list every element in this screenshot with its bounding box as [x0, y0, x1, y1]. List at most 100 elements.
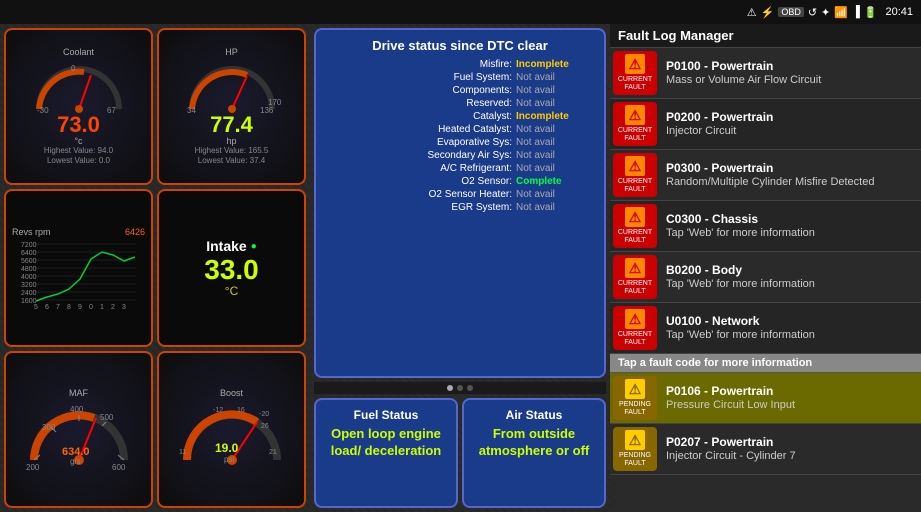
coolant-min-label: -30 — [37, 106, 49, 114]
coolant-value: 73.0 — [57, 114, 100, 136]
usb-icon: ⚡ — [761, 6, 775, 19]
fault-item-b0200[interactable]: ⚠ CURRENTFAULT B0200 - Body Tap 'Web' fo… — [610, 252, 921, 303]
svg-text:6400: 6400 — [21, 250, 37, 257]
fault-badge-p0207: ⚠ PENDINGFAULT — [613, 427, 657, 471]
fault-info-u0100: U0100 - Network Tap 'Web' for more infor… — [660, 310, 921, 346]
fault-item-u0100[interactable]: ⚠ CURRENTFAULT U0100 - Network Tap 'Web'… — [610, 303, 921, 354]
status-bar: ⚠ ⚡ OBD ↺ ✦ 📶 ▐ 🔋 20:41 — [0, 0, 921, 24]
hp-label: HP — [225, 47, 238, 57]
svg-text:-12: -12 — [213, 407, 223, 414]
hp-lowest: Lowest Value: 37.4 — [198, 156, 265, 166]
svg-text:psi: psi — [224, 455, 234, 464]
svg-text:26: 26 — [261, 423, 269, 430]
dot-2 — [457, 385, 463, 391]
fault-badge-u0100: ⚠ CURRENTFAULT — [613, 306, 657, 350]
main-content: Coolant -30 0 67 73.0 °c Highest Value: … — [0, 24, 921, 512]
fault-badge-p0200: ⚠ CURRENTFAULT — [613, 102, 657, 146]
air-status-value: From outside atmosphere or off — [472, 426, 596, 460]
fault-warning-icon: ⚠ — [625, 54, 645, 74]
fault-warning-icon-3: ⚠ — [625, 156, 645, 176]
svg-text:11: 11 — [179, 449, 186, 456]
svg-text:-20: -20 — [259, 411, 269, 418]
fault-list: ⚠ CURRENTFAULT P0100 - Powertrain Mass o… — [610, 48, 921, 512]
time-display: 20:41 — [885, 6, 913, 18]
signal-icon: ▐ — [852, 6, 860, 18]
svg-text:9: 9 — [78, 304, 82, 309]
dot-1 — [447, 385, 453, 391]
svg-text:3200: 3200 — [21, 282, 37, 289]
bluetooth-icon: ✦ — [821, 6, 830, 19]
svg-text:170: 170 — [268, 98, 282, 107]
refresh-icon: ↺ — [808, 6, 817, 19]
dtc-row-fuel: Fuel System: Not avail — [324, 72, 596, 83]
fault-pending-icon-2: ⚠ — [625, 430, 645, 450]
dtc-row-o2: O2 Sensor: Complete — [324, 176, 596, 187]
svg-text:2400: 2400 — [21, 290, 37, 297]
fault-badge-p0106: ⚠ PENDINGFAULT — [613, 376, 657, 420]
fault-badge-c0300: ⚠ CURRENTFAULT — [613, 204, 657, 248]
fault-info-p0200: P0200 - Powertrain Injector Circuit — [660, 106, 921, 142]
hp-gauge[interactable]: HP 34 136 170 77.4 hp Highest Value: 165… — [157, 28, 306, 185]
rpm-value: 6426 — [125, 227, 145, 237]
fault-item-p0200[interactable]: ⚠ CURRENTFAULT P0200 - Powertrain Inject… — [610, 99, 921, 150]
rpm-gauge[interactable]: Revs rpm 6426 7200 6400 5600 4800 4000 3 — [4, 189, 153, 346]
maf-gauge[interactable]: MAF 200 300 400 500 600 — [4, 351, 153, 508]
fault-item-p0300[interactable]: ⚠ CURRENTFAULT P0300 - Powertrain Random… — [610, 150, 921, 201]
coolant-label: Coolant — [63, 47, 94, 57]
air-status-button[interactable]: Air Status From outside atmosphere or of… — [462, 398, 606, 508]
intake-gauge[interactable]: Intake ● 33.0 °C — [157, 189, 306, 346]
fault-item-c0300[interactable]: ⚠ CURRENTFAULT C0300 - Chassis Tap 'Web'… — [610, 201, 921, 252]
fault-info-b0200: B0200 - Body Tap 'Web' for more informat… — [660, 259, 921, 295]
fault-warning-icon-2: ⚠ — [625, 105, 645, 125]
svg-text:4800: 4800 — [21, 266, 37, 273]
dtc-row-o2-heater: O2 Sensor Heater: Not avail — [324, 189, 596, 200]
fuel-status-button[interactable]: Fuel Status Open loop engine load/ decel… — [314, 398, 458, 508]
wifi-icon: 📶 — [834, 6, 848, 19]
fault-item-p0100[interactable]: ⚠ CURRENTFAULT P0100 - Powertrain Mass o… — [610, 48, 921, 99]
dtc-status-box: Drive status since DTC clear Misfire: In… — [314, 28, 606, 378]
middle-dots — [314, 382, 606, 394]
svg-text:67: 67 — [107, 106, 116, 114]
dtc-row-ac: A/C Refrigerant: Not avail — [324, 163, 596, 174]
dtc-title: Drive status since DTC clear — [324, 38, 596, 53]
svg-text:1: 1 — [100, 304, 104, 309]
svg-text:4000: 4000 — [21, 274, 37, 281]
svg-text:6: 6 — [45, 304, 49, 309]
svg-text:7200: 7200 — [21, 242, 37, 249]
right-panel: Fault Log Manager ⚠ CURRENTFAULT P0100 -… — [610, 24, 921, 512]
fault-tooltip: Tap a fault code for more information — [610, 354, 921, 373]
dtc-row-misfire: Misfire: Incomplete — [324, 59, 596, 70]
intake-unit: °C — [225, 284, 238, 298]
coolant-gauge[interactable]: Coolant -30 0 67 73.0 °c Highest Value: … — [4, 28, 153, 185]
svg-text:16: 16 — [237, 407, 245, 414]
intake-value: 33.0 — [204, 256, 259, 284]
svg-text:g/s: g/s — [70, 457, 81, 466]
boost-gauge[interactable]: Boost 11 21 26 -20 16 -12 19.0 psi — [157, 351, 306, 508]
intake-dot-icon: ● — [251, 241, 257, 252]
dtc-row-heated-catalyst: Heated Catalyst: Not avail — [324, 124, 596, 135]
left-panel: Coolant -30 0 67 73.0 °c Highest Value: … — [0, 24, 310, 512]
fault-info-p0207: P0207 - Powertrain Injector Circuit - Cy… — [660, 431, 921, 467]
status-icons: ⚠ ⚡ OBD ↺ ✦ 📶 ▐ 🔋 20:41 — [747, 6, 913, 19]
dtc-row-secondary-air: Secondary Air Sys: Not avail — [324, 150, 596, 161]
status-buttons: Fuel Status Open loop engine load/ decel… — [314, 398, 606, 508]
svg-text:21: 21 — [269, 449, 277, 456]
middle-panel: Drive status since DTC clear Misfire: In… — [310, 24, 610, 512]
fault-badge-p0100: ⚠ CURRENTFAULT — [613, 51, 657, 95]
fuel-status-value: Open loop engine load/ deceleration — [324, 426, 448, 460]
svg-text:19.0: 19.0 — [215, 441, 239, 455]
obd-badge: OBD — [778, 7, 804, 17]
boost-label: Boost — [220, 388, 243, 398]
fault-item-p0207[interactable]: ⚠ PENDINGFAULT P0207 - Powertrain Inject… — [610, 424, 921, 475]
coolant-lowest: Lowest Value: 0.0 — [47, 156, 110, 166]
coolant-highest: Highest Value: 94.0 — [44, 146, 113, 156]
battery-icon: 🔋 — [864, 6, 878, 19]
svg-text:5600: 5600 — [21, 258, 37, 265]
fault-item-p0106[interactable]: ⚠ PENDINGFAULT P0106 - Powertrain Pressu… — [610, 373, 921, 424]
hp-unit: hp — [226, 136, 236, 146]
dtc-row-catalyst: Catalyst: Incomplete — [324, 111, 596, 122]
fault-log-title: Fault Log Manager — [610, 24, 921, 48]
dot-3 — [467, 385, 473, 391]
svg-text:136: 136 — [260, 106, 274, 114]
rpm-label: Revs rpm — [12, 227, 51, 237]
